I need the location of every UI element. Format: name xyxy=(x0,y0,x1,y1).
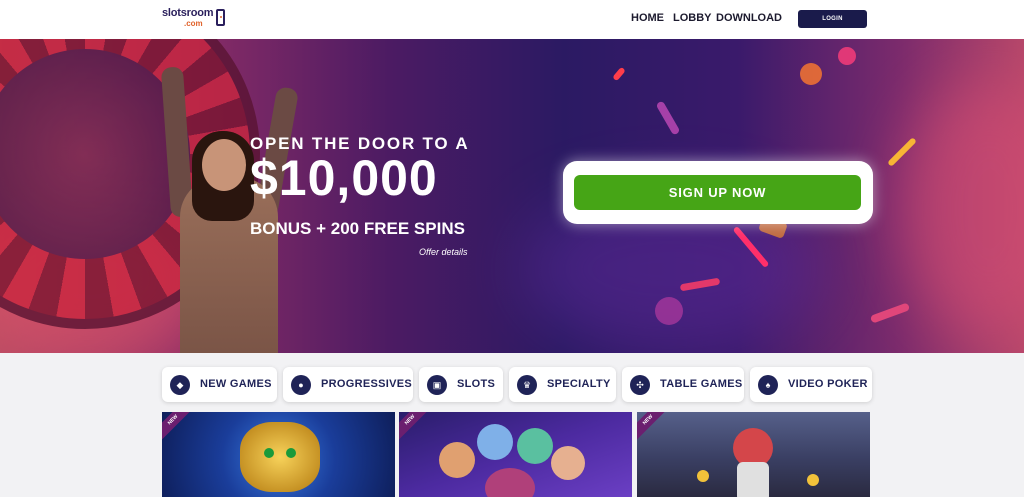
category-specialty[interactable]: ♛ SPECIALTY xyxy=(509,367,616,402)
category-slots[interactable]: ▣ SLOTS xyxy=(419,367,503,402)
pirate-character-art xyxy=(737,462,769,497)
nav-lobby[interactable]: LOBBY xyxy=(673,12,712,24)
character-art xyxy=(485,468,535,497)
offer-details-link[interactable]: Offer details xyxy=(419,247,468,257)
confetti-streak xyxy=(838,47,856,65)
dice-icon: ✣ xyxy=(630,375,650,395)
nav-home[interactable]: HOME xyxy=(631,12,664,24)
category-new-games[interactable]: ◆ NEW GAMES xyxy=(162,367,277,402)
character-art xyxy=(477,424,513,460)
category-video-poker[interactable]: ♠ VIDEO POKER xyxy=(750,367,872,402)
character-art xyxy=(517,428,553,464)
logo-tld: .com xyxy=(184,19,203,28)
sign-up-button[interactable]: SIGN UP NOW xyxy=(574,175,861,210)
login-button[interactable]: LOGIN xyxy=(798,10,867,28)
lion-eye xyxy=(286,448,296,458)
slotsroom-logo[interactable]: slotsroom .com xyxy=(162,7,232,33)
category-label: NEW GAMES xyxy=(200,378,272,390)
category-progressives[interactable]: ● PROGRESSIVES xyxy=(283,367,413,402)
model-face xyxy=(202,139,246,191)
coins-icon: ● xyxy=(291,375,311,395)
category-label: VIDEO POKER xyxy=(788,378,868,390)
gold-coin-art xyxy=(807,474,819,486)
lion-eye xyxy=(264,448,274,458)
new-badge: NEW xyxy=(399,412,432,442)
door-icon xyxy=(216,9,225,26)
new-badge: NEW xyxy=(637,412,670,442)
signup-panel: SIGN UP NOW xyxy=(563,161,873,224)
diamond-icon: ◆ xyxy=(170,375,190,395)
cards-icon: ♠ xyxy=(758,375,778,395)
category-table-games[interactable]: ✣ TABLE GAMES xyxy=(622,367,744,402)
confetti-streak xyxy=(869,302,911,324)
character-art xyxy=(551,446,585,480)
game-tile[interactable]: NEW xyxy=(399,412,632,497)
hero-banner: OPEN THE DOOR TO A $10,000 BONUS + 200 F… xyxy=(0,39,1024,353)
character-art xyxy=(439,442,475,478)
gold-coin-art xyxy=(697,470,709,482)
slot-machine-icon: ▣ xyxy=(427,375,447,395)
site-header: slotsroom .com HOME LOBBY DOWNLOAD LOGIN xyxy=(0,0,1024,39)
category-label: SLOTS xyxy=(457,378,496,390)
category-label: SPECIALTY xyxy=(547,378,611,390)
nav-download[interactable]: DOWNLOAD xyxy=(716,12,782,24)
new-badge: NEW xyxy=(162,412,195,442)
promo-amount: $10,000 xyxy=(250,150,438,206)
hero-glow-right xyxy=(900,79,1024,339)
logo-name: slotsroom xyxy=(162,7,214,19)
confetti-streak xyxy=(655,297,683,325)
promo-bonus: BONUS + 200 FREE SPINS xyxy=(250,219,465,238)
confetti-streak xyxy=(612,66,626,82)
crown-icon: ♛ xyxy=(517,375,537,395)
confetti-streak xyxy=(800,63,822,85)
game-tile[interactable]: NEW xyxy=(162,412,395,497)
game-tile[interactable]: NEW xyxy=(637,412,870,497)
golden-lion-art xyxy=(240,422,320,492)
confetti-streak xyxy=(655,100,681,136)
category-label: TABLE GAMES xyxy=(660,378,743,390)
category-label: PROGRESSIVES xyxy=(321,378,413,390)
